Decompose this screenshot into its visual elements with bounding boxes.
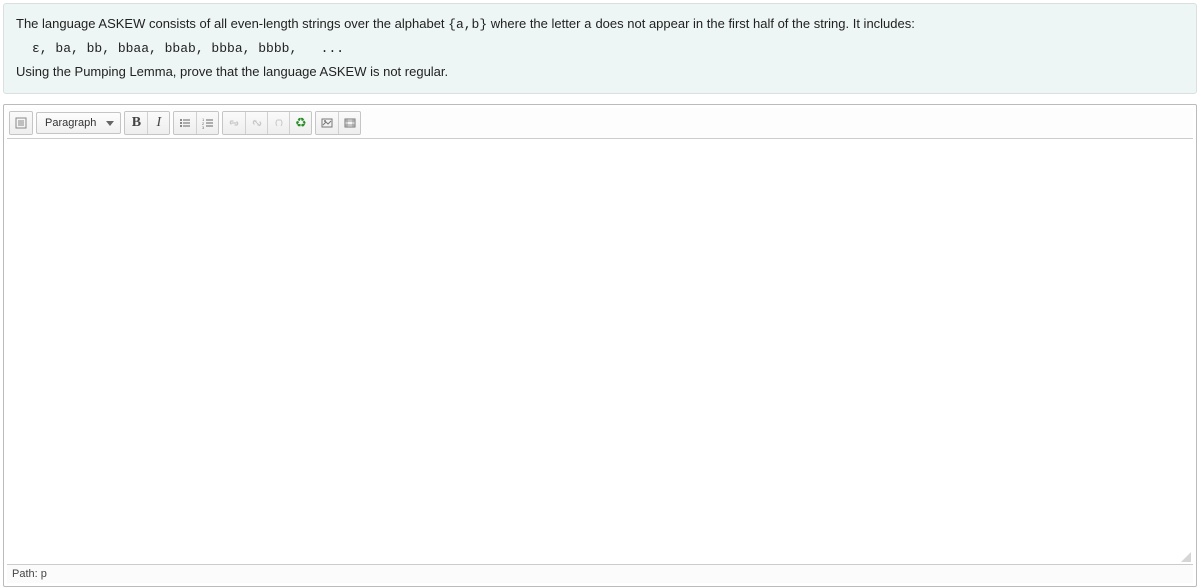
editor-toolbar: Paragraph B I [7,108,1193,139]
insert-media-button[interactable] [338,112,360,134]
toolbar-group-media [315,111,361,135]
bullet-list-button[interactable] [174,112,196,134]
bold-button[interactable]: B [125,112,147,134]
format-select[interactable]: Paragraph [36,112,121,134]
format-select-label: Paragraph [45,117,96,129]
insert-link-button[interactable] [223,112,245,134]
toolbar-group-source [9,111,33,135]
numbered-list-button[interactable]: 1 2 3 [196,112,218,134]
toolbar-group-links: ♻ [222,111,312,135]
toolbar-group-style: B I [124,111,170,135]
question-examples: ε, ba, bb, bbaa, bbab, bbba, bbbb, ... [32,41,1184,56]
question-line-1: The language ASKEW consists of all even-… [16,14,1184,35]
editor-path: Path: p [12,568,47,580]
question-line-2: Using the Pumping Lemma, prove that the … [16,62,1184,82]
insert-image-button[interactable] [316,112,338,134]
recycle-button[interactable]: ♻ [289,112,311,134]
rich-text-editor: Paragraph B I [3,104,1197,587]
editor-content-area[interactable] [7,139,1193,564]
editor-status-bar: Path: p [7,564,1193,583]
svg-text:3: 3 [202,125,205,129]
toolbar-group-lists: 1 2 3 [173,111,219,135]
alphabet-literal: {a,b} [448,17,487,32]
letter-literal: a [584,17,592,32]
anchor-button[interactable] [267,112,289,134]
remove-link-button[interactable] [245,112,267,134]
source-code-button[interactable] [10,112,32,134]
question-text-1c: does not appear in the first half of the… [595,16,914,31]
question-text-1a: The language ASKEW consists of all even-… [16,16,448,31]
question-text-1b: where the letter [491,16,584,31]
italic-button[interactable]: I [147,112,169,134]
chevron-down-icon [106,121,114,126]
resize-handle[interactable] [1179,550,1191,562]
question-panel: The language ASKEW consists of all even-… [3,3,1197,94]
